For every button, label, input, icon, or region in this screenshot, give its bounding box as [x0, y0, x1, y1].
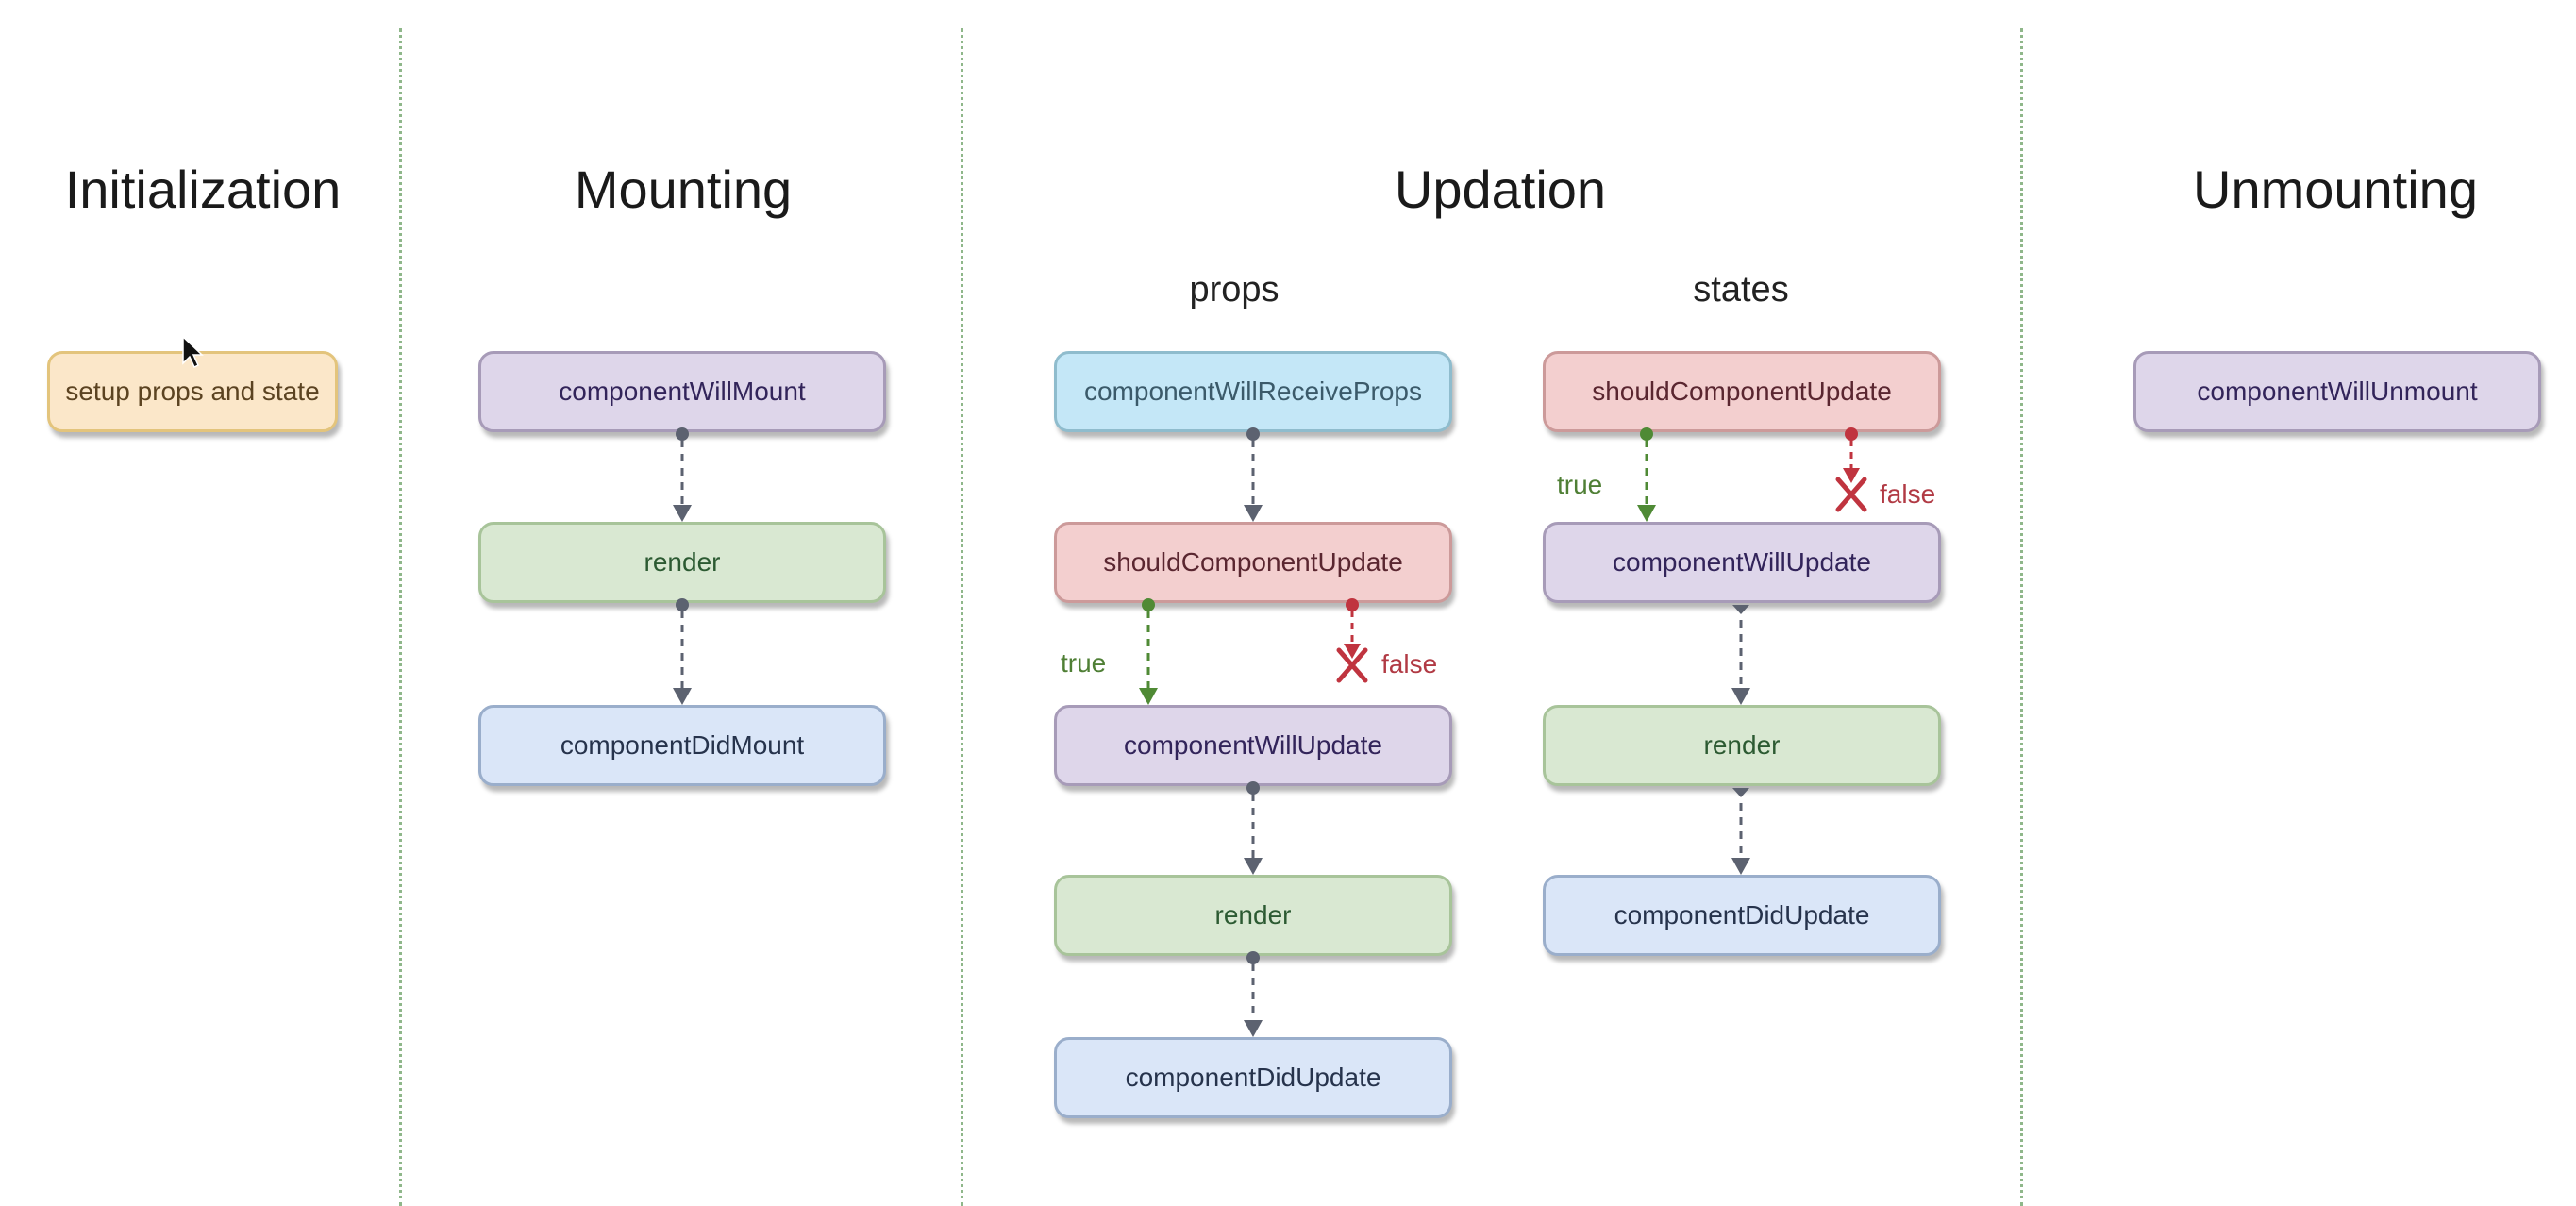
step-component-will-update-props: componentWillUpdate — [1054, 705, 1452, 786]
step-should-component-update-props: shouldComponentUpdate — [1054, 522, 1452, 603]
false-branch-label-props: false — [1381, 649, 1438, 678]
false-arrowhead-props — [1344, 644, 1361, 659]
arrow-willmount-render-arrowhead — [673, 505, 692, 522]
subtitle-props: props — [1189, 270, 1280, 310]
arrow-render-didmount-arrowhead — [673, 688, 692, 705]
step-render-props: render — [1054, 875, 1452, 956]
step-component-did-update-states: componentDidUpdate — [1543, 875, 1941, 956]
step-component-did-update-props: componentDidUpdate — [1054, 1037, 1452, 1118]
arrow-tail-render-states — [1732, 788, 1749, 797]
phase-title-mounting: Mounting — [574, 159, 793, 219]
step-render-states: render — [1543, 705, 1941, 786]
step-render: render — [478, 522, 886, 603]
true-branch-label-props: true — [1061, 648, 1107, 678]
flow-arrows — [673, 427, 1867, 1037]
arrow-willupdate-render-props-arrowhead — [1244, 858, 1263, 875]
false-cross-states-x-b — [1835, 477, 1867, 512]
step-component-will-receive-props: componentWillReceiveProps — [1054, 351, 1452, 432]
step-component-will-mount: componentWillMount — [478, 351, 886, 432]
step-component-will-unmount: componentWillUnmount — [2133, 351, 2541, 432]
true-branch-label-states: true — [1557, 470, 1603, 499]
column-divider — [399, 28, 402, 1206]
false-cross-props-x-a — [1336, 647, 1368, 683]
false-arrowhead-states — [1843, 468, 1860, 483]
subtitle-states: states — [1693, 270, 1789, 310]
phase-title-updation: Updation — [1394, 159, 1607, 219]
phase-title-initialization: Initialization — [64, 159, 342, 219]
step-should-component-update-states: shouldComponentUpdate — [1543, 351, 1941, 432]
arrow-should-true-props-arrowhead — [1139, 688, 1158, 705]
mouse-cursor-icon — [182, 335, 204, 369]
phase-title-unmounting: Unmounting — [2193, 159, 2478, 219]
false-cross-states-x-a — [1835, 477, 1867, 512]
column-divider — [2020, 28, 2023, 1206]
arrow-should-true-states-arrowhead — [1637, 505, 1656, 522]
false-cross-props-x-b — [1336, 647, 1368, 683]
arrow-render-didupdate-props-arrowhead — [1244, 1020, 1263, 1037]
step-component-will-update-states: componentWillUpdate — [1543, 522, 1941, 603]
false-branch-label-states: false — [1880, 479, 1936, 509]
arrow-render-didupdate-states-arrowhead — [1731, 858, 1750, 875]
step-component-did-mount: componentDidMount — [478, 705, 886, 786]
arrow-tail-willupdate-states — [1732, 605, 1749, 614]
arrow-receiveprops-should-arrowhead — [1244, 505, 1263, 522]
column-divider — [961, 28, 963, 1206]
arrow-willupdate-render-states-arrowhead — [1731, 688, 1750, 705]
